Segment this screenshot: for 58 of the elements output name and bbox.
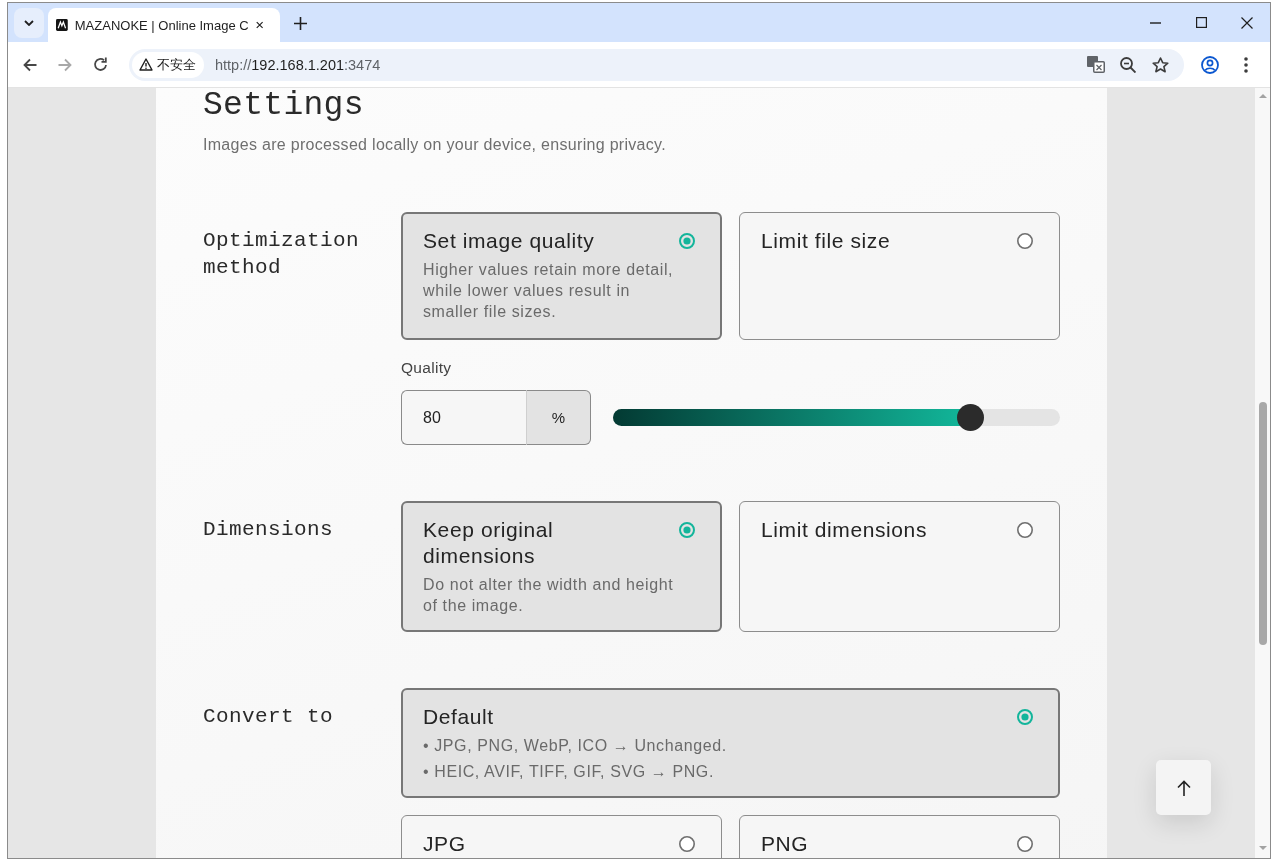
browser-tab[interactable]: MAZANOKE | Online Image C [48, 8, 280, 42]
option-description: • HEIC, AVIF, TIFF, GIF, SVG → PNG. [423, 762, 715, 782]
radio-icon[interactable] [679, 836, 695, 852]
option-title: JPG [423, 831, 466, 857]
radio-icon[interactable] [1017, 709, 1033, 725]
chevron-down-icon [24, 20, 34, 26]
option-title: Set image quality [423, 228, 595, 254]
option-card[interactable]: PNG [739, 815, 1060, 858]
option-description: • JPG, PNG, WebP, ICO → Unchanged. [423, 736, 728, 756]
option-card[interactable]: Default • JPG, PNG, WebP, ICO → Unchanged. • HEIC, AVIF, TIFF, GIF, SVG → PNG. [401, 688, 1060, 798]
option-title: PNG [761, 831, 809, 857]
scrollbar-thumb[interactable] [1258, 402, 1267, 645]
option-description: Do not alter the width and height of the image. [423, 575, 675, 616]
option-card[interactable]: Set image quality Higher values retain more detail, while lower values result in smaller file sizes. [401, 212, 722, 340]
radio-icon[interactable] [679, 233, 695, 249]
reload-icon[interactable] [92, 57, 108, 72]
slider-thumb[interactable] [957, 404, 985, 431]
plus-icon[interactable] [294, 17, 307, 30]
star-icon[interactable] [1151, 56, 1169, 73]
page-subtitle: Images are processed locally on your device, ensuring privacy. [203, 135, 667, 155]
option-card[interactable]: JPG [401, 815, 722, 858]
quality-input[interactable]: 80 [401, 390, 526, 445]
logo-icon [56, 17, 68, 33]
menu-icon[interactable] [1244, 56, 1248, 73]
zoom-out-icon[interactable] [1120, 56, 1136, 73]
radio-icon[interactable] [1017, 233, 1033, 249]
maximize-icon[interactable] [1195, 17, 1207, 28]
quality-label: Quality [401, 358, 452, 378]
minimize-icon[interactable] [1149, 21, 1161, 24]
option-title: Limit file size [761, 228, 891, 254]
profile-icon[interactable] [1201, 55, 1219, 74]
security-chip[interactable]: 不安全 [132, 51, 204, 78]
quality-slider[interactable] [613, 404, 1060, 431]
warning-icon [139, 58, 153, 71]
option-card[interactable]: Limit dimensions [739, 501, 1060, 632]
tab-search-button[interactable] [14, 8, 44, 38]
close-icon[interactable] [1241, 16, 1253, 29]
back-icon[interactable] [23, 57, 37, 72]
close-icon[interactable] [255, 20, 263, 30]
arrow-up-icon [1176, 779, 1191, 796]
address-bar[interactable]: 不安全 http://192.168.1.201:3474 [129, 48, 1184, 81]
section-label: Dimensions [203, 517, 335, 543]
translate-icon[interactable] [1087, 56, 1105, 73]
page-title: Settings [203, 88, 365, 124]
option-title: Limit dimensions [761, 517, 927, 543]
scrollbar[interactable] [1255, 88, 1270, 858]
option-title: Keep original dimensions [423, 517, 555, 569]
option-title: Default [423, 704, 494, 730]
radio-icon[interactable] [1017, 522, 1033, 538]
section-label: Optimization method [203, 228, 361, 281]
url-text[interactable]: http://192.168.1.201:3474 [215, 56, 381, 73]
section-label: Convert to [203, 704, 335, 730]
radio-icon[interactable] [1017, 836, 1033, 852]
option-card[interactable]: Keep original dimensions Do not alter the width and height of the image. [401, 501, 722, 632]
option-card[interactable]: Limit file size [739, 212, 1060, 340]
unit-addon: % [526, 390, 591, 445]
radio-icon[interactable] [679, 522, 695, 538]
option-description: Higher values retain more detail, while lower values result in smaller file sizes. [423, 260, 675, 322]
